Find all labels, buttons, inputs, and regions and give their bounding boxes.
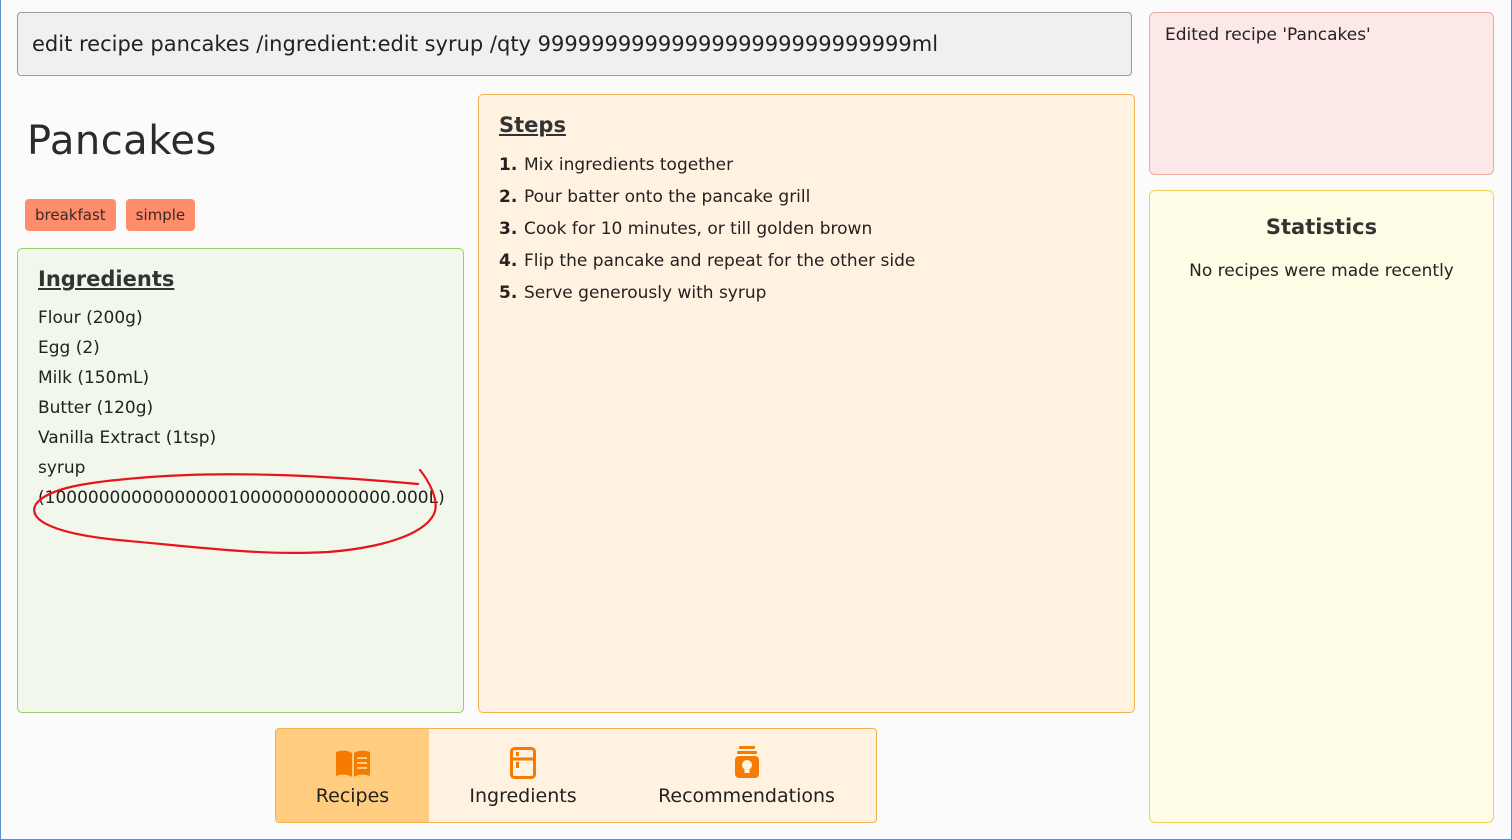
step-text: Flip the pancake and repeat for the othe… bbox=[524, 251, 916, 271]
tag-breakfast: breakfast bbox=[25, 199, 116, 231]
step-text: Cook for 10 minutes, or till golden brow… bbox=[524, 219, 873, 239]
tab-label: Recommendations bbox=[658, 784, 835, 807]
command-input[interactable] bbox=[18, 13, 1131, 75]
tab-bar: Recipes Ingredients Recommendations bbox=[275, 728, 877, 823]
tab-label: Recipes bbox=[315, 784, 390, 807]
recipe-title: Pancakes bbox=[27, 118, 217, 164]
ingredient-item-syrup: syrup (10000000000000000100000000000000.… bbox=[38, 458, 445, 508]
step-number: 1. bbox=[499, 155, 518, 175]
step-number: 3. bbox=[499, 219, 518, 239]
step-item: 2. Pour batter onto the pancake grill bbox=[499, 181, 1114, 213]
ingredient-item: Flour (200g) bbox=[38, 308, 143, 328]
book-icon bbox=[334, 745, 372, 779]
step-item: 3. Cook for 10 minutes, or till golden b… bbox=[499, 213, 1114, 245]
step-text: Pour batter onto the pancake grill bbox=[524, 187, 811, 207]
step-item: 5. Serve generously with syrup bbox=[499, 277, 1114, 309]
step-number: 2. bbox=[499, 187, 518, 207]
tab-recommendations[interactable]: Recommendations bbox=[617, 729, 876, 822]
steps-heading: Steps bbox=[499, 113, 566, 137]
statistics-title: Statistics bbox=[1265, 215, 1378, 239]
step-item: 4. Flip the pancake and repeat for the o… bbox=[499, 245, 1114, 277]
step-number: 5. bbox=[499, 283, 518, 303]
result-display: Edited recipe 'Pancakes' bbox=[1149, 12, 1494, 175]
steps-panel: Steps 1. Mix ingredients together 2. Pou… bbox=[478, 94, 1135, 713]
result-message: Edited recipe 'Pancakes' bbox=[1165, 25, 1371, 45]
tab-ingredients[interactable]: Ingredients bbox=[429, 729, 617, 822]
step-item: 1. Mix ingredients together bbox=[499, 149, 1114, 181]
fridge-icon bbox=[510, 745, 536, 779]
window-frame-left bbox=[0, 0, 1, 840]
statistics-text: No recipes were made recently bbox=[1189, 261, 1454, 281]
ingredient-item: Egg (2) bbox=[38, 338, 100, 358]
ingredient-item: Vanilla Extract (1tsp) bbox=[38, 428, 217, 448]
command-box bbox=[17, 12, 1132, 76]
statistics-panel: Statistics No recipes were made recently bbox=[1149, 190, 1494, 823]
ingredients-heading: Ingredients bbox=[38, 267, 175, 291]
ingredient-item: Butter (120g) bbox=[38, 398, 154, 418]
jar-lightbulb-icon bbox=[734, 745, 760, 779]
tag-simple: simple bbox=[125, 199, 196, 231]
step-number: 4. bbox=[499, 251, 518, 271]
step-list: 1. Mix ingredients together 2. Pour batt… bbox=[499, 149, 1114, 309]
step-text: Serve generously with syrup bbox=[524, 283, 767, 303]
ingredient-item: Milk (150mL) bbox=[38, 368, 150, 388]
tab-label: Ingredients bbox=[469, 784, 577, 807]
step-text: Mix ingredients together bbox=[524, 155, 734, 175]
tab-recipes[interactable]: Recipes bbox=[276, 729, 429, 822]
tag-list: breakfast simple bbox=[25, 199, 196, 231]
ingredients-panel: Ingredients Flour (200g) Egg (2) Milk (1… bbox=[17, 248, 464, 713]
ingredient-list: Flour (200g) Egg (2) Milk (150mL) Butter… bbox=[38, 303, 445, 513]
